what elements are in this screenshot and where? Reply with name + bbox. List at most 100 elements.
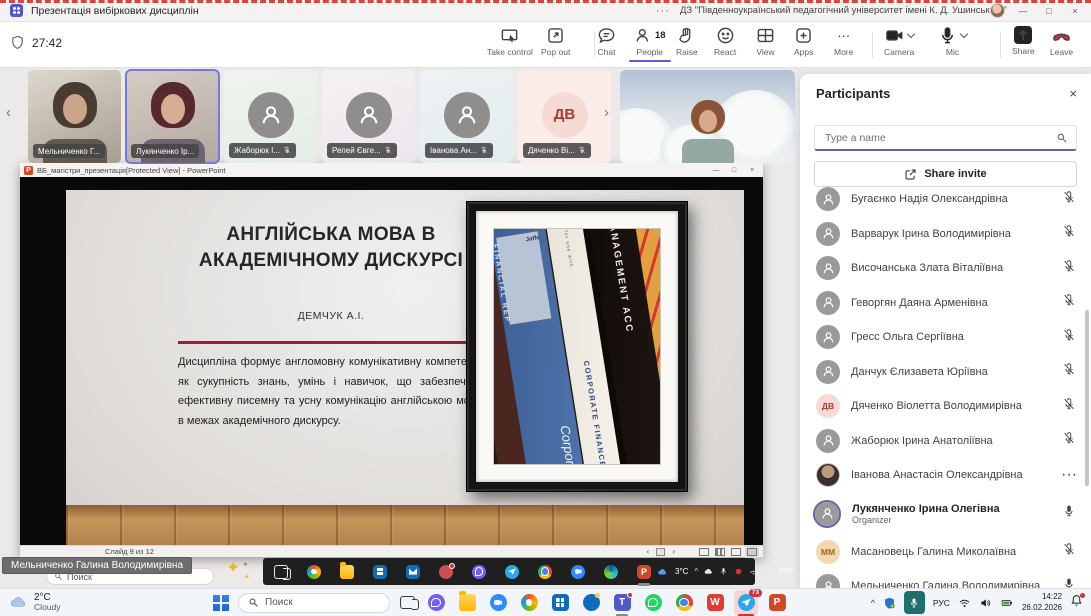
participant-row[interactable]: Іванова Анастасія Олександрівна···	[800, 458, 1091, 493]
taskbar-app-viber-icon[interactable]	[424, 590, 448, 616]
participant-row[interactable]: МММасановець Галина Миколаївна	[800, 535, 1091, 570]
mic-off-icon[interactable]	[1061, 542, 1077, 561]
video-tile[interactable]: ДВДяченко Ві...	[518, 70, 611, 163]
mic-off-icon[interactable]	[1061, 328, 1077, 347]
participant-row[interactable]: Бугаєнко Надія Олександрівна	[800, 182, 1091, 217]
filmstrip-next-button[interactable]: ›	[604, 104, 609, 121]
language-indicator[interactable]: РУС	[933, 598, 950, 608]
taskbar-app-powerpoint-icon[interactable]: P	[632, 559, 656, 585]
taskbar-app-telegram-icon[interactable]: 73	[734, 590, 758, 616]
copilot-icon[interactable]: ✦✦✦	[222, 560, 256, 584]
taskbar-app-viber-icon[interactable]	[467, 559, 491, 585]
react-button[interactable]: React	[714, 26, 736, 57]
slideshow-view-button[interactable]	[747, 548, 757, 556]
participant-search[interactable]	[814, 125, 1077, 151]
video-tile[interactable]: Мельниченко Г...	[28, 70, 121, 163]
take-control-button[interactable]: Take control	[487, 26, 533, 57]
user-avatar[interactable]	[990, 3, 1005, 18]
taskbar-app-wps-icon[interactable]: W	[703, 590, 727, 616]
taskbar-app-zoom-icon[interactable]	[486, 590, 510, 616]
taskbar-app-copilot-icon[interactable]	[517, 590, 541, 616]
wifi-icon[interactable]	[958, 597, 971, 609]
mic-button[interactable]: Mic	[938, 26, 967, 57]
mic-chevron-icon[interactable]	[960, 29, 968, 37]
shared-temp[interactable]: 3°C	[675, 567, 688, 576]
mic-off-icon[interactable]	[1061, 431, 1077, 450]
window-close-button[interactable]: ×	[1067, 6, 1083, 16]
participant-row[interactable]: Височанська Злата Віталіївна	[800, 251, 1091, 286]
pop-out-button[interactable]: Pop out	[541, 26, 570, 57]
share-button[interactable]: Share	[1012, 26, 1035, 56]
more-options-icon[interactable]: ···	[1061, 466, 1077, 484]
view-button[interactable]: View	[756, 26, 775, 57]
taskbar-app-chrome-icon[interactable]	[533, 559, 557, 585]
next-slide-button[interactable]: ›	[672, 547, 675, 556]
speaker-icon[interactable]	[764, 567, 773, 576]
prev-slide-button[interactable]: ‹	[647, 547, 650, 556]
participant-row[interactable]: Варварук Ірина Володимирівна	[800, 217, 1091, 252]
video-tile[interactable]: Жаборюк І...	[224, 70, 317, 163]
shared-language-indicator[interactable]: РУС	[779, 568, 793, 575]
mic-off-icon[interactable]	[1061, 397, 1077, 416]
taskbar-app-powerpoint-icon[interactable]: P	[765, 590, 789, 616]
people-button[interactable]: 18 People	[634, 26, 666, 57]
battery-icon[interactable]	[1000, 597, 1014, 609]
mic-off-icon[interactable]	[1061, 293, 1077, 312]
reading-view-button[interactable]	[731, 548, 741, 556]
taskbar-app-whatsapp-icon[interactable]	[641, 590, 665, 616]
chat-button[interactable]: Chat	[597, 26, 616, 57]
slide-menu-button[interactable]	[656, 548, 665, 556]
taskbar-app-teams-icon[interactable]: T	[610, 590, 634, 616]
notifications-button[interactable]	[1070, 594, 1083, 612]
mic-off-icon[interactable]	[1061, 259, 1077, 278]
raise-hand-button[interactable]: Raise	[676, 26, 698, 57]
participant-row[interactable]: Данчук Єлизавета Юріївна	[800, 355, 1091, 390]
participant-row[interactable]: Мельниченко Галина Володимирівна	[800, 569, 1091, 588]
spotlight-video-tile[interactable]	[620, 70, 795, 163]
slide-sorter-button[interactable]	[715, 548, 725, 556]
taskbar-app-help-icon[interactable]	[579, 590, 603, 616]
taskbar-clock[interactable]: 14:2226.02.2026	[1022, 592, 1062, 613]
leave-button[interactable]: Leave	[1050, 26, 1073, 57]
weather-widget[interactable]: 2°CCloudy	[8, 592, 60, 613]
taskbar-app-explorer-icon[interactable]	[335, 559, 359, 585]
taskbar-app-zoom-icon[interactable]	[566, 559, 590, 585]
mic-off-icon[interactable]	[1061, 362, 1077, 381]
apps-button[interactable]: Apps	[794, 26, 813, 57]
video-tile[interactable]: Лукянченко Ір...	[126, 70, 219, 163]
participant-row[interactable]: Жаборюк Ірина Анатоліївна	[800, 424, 1091, 459]
ppt-close-button[interactable]: ×	[745, 167, 759, 174]
network-icon[interactable]	[749, 567, 758, 576]
hidden-icons-button[interactable]: ^	[871, 598, 875, 608]
window-maximize-button[interactable]: □	[1041, 6, 1057, 16]
normal-view-button[interactable]	[699, 548, 709, 556]
mic-off-icon[interactable]	[1061, 190, 1077, 209]
active-mic-indicator[interactable]	[904, 591, 925, 614]
taskbar-app-people-icon[interactable]	[434, 559, 458, 585]
hidden-icons-button[interactable]: ^	[694, 567, 698, 576]
participant-search-input[interactable]	[823, 131, 1050, 145]
taskbar-app-chrome-icon[interactable]	[672, 590, 696, 616]
taskbar-app-taskview-icon[interactable]	[269, 559, 293, 585]
taskbar-search[interactable]: Поиск	[238, 593, 390, 613]
more-button[interactable]: ··· More	[834, 26, 853, 57]
participant-row[interactable]: ДВДяченко Віолетта Володимирівна	[800, 389, 1091, 424]
tray-mic-icon[interactable]	[719, 567, 728, 576]
taskbar-app-mail-icon[interactable]	[401, 559, 425, 585]
window-minimize-button[interactable]: —	[1015, 6, 1031, 16]
panel-scrollbar[interactable]	[1085, 310, 1089, 486]
video-tile[interactable]: Репей Євге...	[322, 70, 415, 163]
filmstrip-prev-button[interactable]: ‹	[6, 104, 11, 121]
ppt-minimize-button[interactable]: —	[709, 167, 723, 174]
camera-button[interactable]: Camera	[884, 26, 914, 57]
titlebar-more-icon[interactable]: ···	[656, 5, 670, 17]
onedrive-icon[interactable]	[704, 567, 713, 576]
mic-on-icon[interactable]	[1061, 504, 1077, 523]
taskbar-app-edge-icon[interactable]	[599, 559, 623, 585]
taskbar-app-store-icon[interactable]	[368, 559, 392, 585]
mic-on-icon[interactable]	[1061, 577, 1077, 588]
camera-chevron-icon[interactable]	[906, 29, 914, 37]
start-button[interactable]	[213, 595, 229, 611]
participant-row[interactable]: Лукянченко Ірина ОлегівнаOrganizer	[800, 493, 1091, 535]
video-tile[interactable]: Іванова Ан...	[420, 70, 513, 163]
